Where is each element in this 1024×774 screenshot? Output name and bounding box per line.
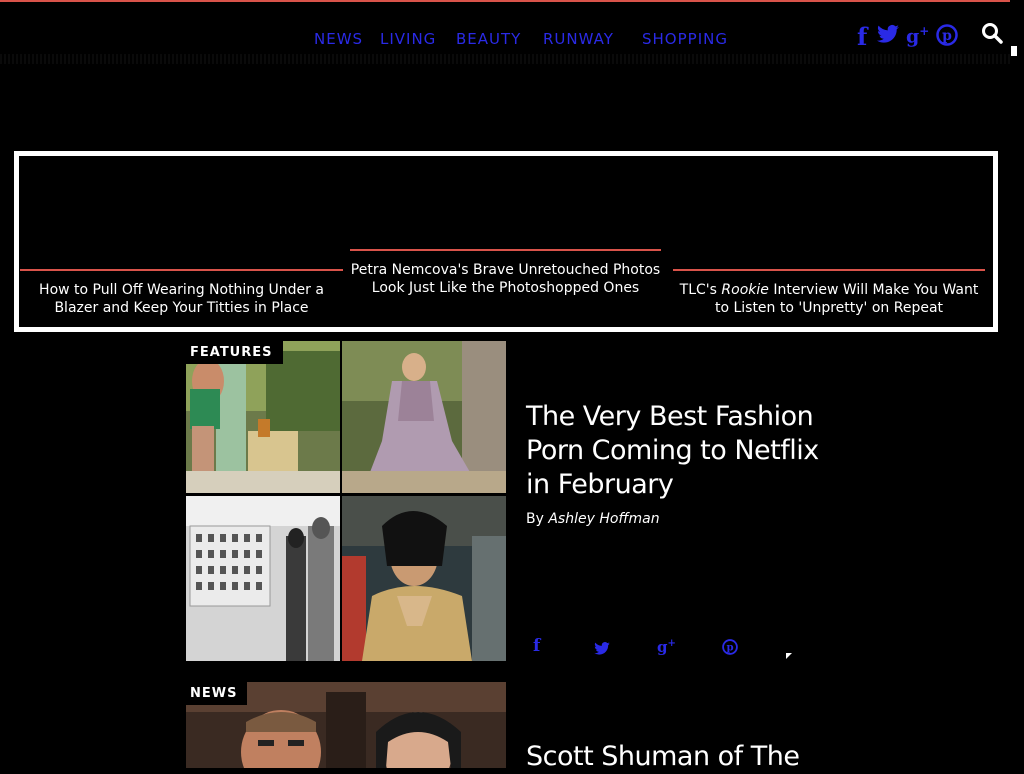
article-card[interactable]: FEATURES bbox=[186, 341, 506, 661]
featured-story-3[interactable]: TLC's Rookie Interview Will Make You Wan… bbox=[673, 269, 985, 317]
facebook-icon[interactable]: f bbox=[857, 22, 867, 51]
nav-divider bbox=[0, 54, 1010, 64]
featured-story-1[interactable]: How to Pull Off Wearing Nothing Under a … bbox=[20, 269, 343, 317]
author-name[interactable]: Ashley Hoffman bbox=[548, 511, 659, 527]
scrollbar[interactable] bbox=[1010, 0, 1024, 768]
twitter-icon[interactable] bbox=[594, 640, 610, 660]
pinterest-icon[interactable]: p bbox=[722, 639, 738, 660]
featured-story-3-prefix: TLC's bbox=[679, 282, 722, 298]
svg-text:p: p bbox=[942, 28, 952, 44]
featured-story-3-show: Rookie bbox=[721, 282, 769, 298]
featured-stories-box: How to Pull Off Wearing Nothing Under a … bbox=[14, 151, 998, 332]
twitter-icon[interactable] bbox=[877, 24, 899, 50]
svg-text:p: p bbox=[726, 642, 733, 654]
category-tag[interactable]: FEATURES bbox=[186, 341, 283, 364]
nav-item-runway[interactable]: RUNWAY bbox=[543, 30, 614, 48]
article-card[interactable]: NEWS bbox=[186, 682, 506, 768]
more-share-icon[interactable] bbox=[786, 646, 794, 666]
category-tag[interactable]: NEWS bbox=[186, 682, 248, 705]
pinterest-icon[interactable]: p bbox=[936, 24, 958, 50]
article-title[interactable]: The Very Best Fashion Porn Coming to Net… bbox=[526, 400, 826, 502]
facebook-icon[interactable]: f bbox=[533, 636, 540, 656]
article-photo[interactable] bbox=[186, 496, 340, 661]
article-title[interactable]: Scott Shuman of The bbox=[526, 740, 826, 774]
scrollbar-thumb[interactable] bbox=[1011, 46, 1017, 56]
search-icon[interactable] bbox=[981, 22, 1005, 46]
nav-item-news[interactable]: NEWS bbox=[314, 30, 363, 48]
google-plus-icon[interactable]: g+ bbox=[906, 24, 929, 50]
article-photo[interactable] bbox=[342, 341, 506, 493]
nav-item-shopping[interactable]: SHOPPING bbox=[642, 30, 728, 48]
featured-story-2[interactable]: Petra Nemcova's Brave Unretouched Photos… bbox=[350, 249, 661, 297]
article-photo[interactable] bbox=[342, 496, 506, 661]
article-byline: By Ashley Hoffman bbox=[526, 511, 660, 527]
google-plus-icon[interactable]: g+ bbox=[657, 638, 676, 656]
nav-item-beauty[interactable]: BEAUTY bbox=[456, 30, 521, 48]
nav-item-living[interactable]: LIVING bbox=[380, 30, 436, 48]
byline-prefix: By bbox=[526, 511, 549, 527]
